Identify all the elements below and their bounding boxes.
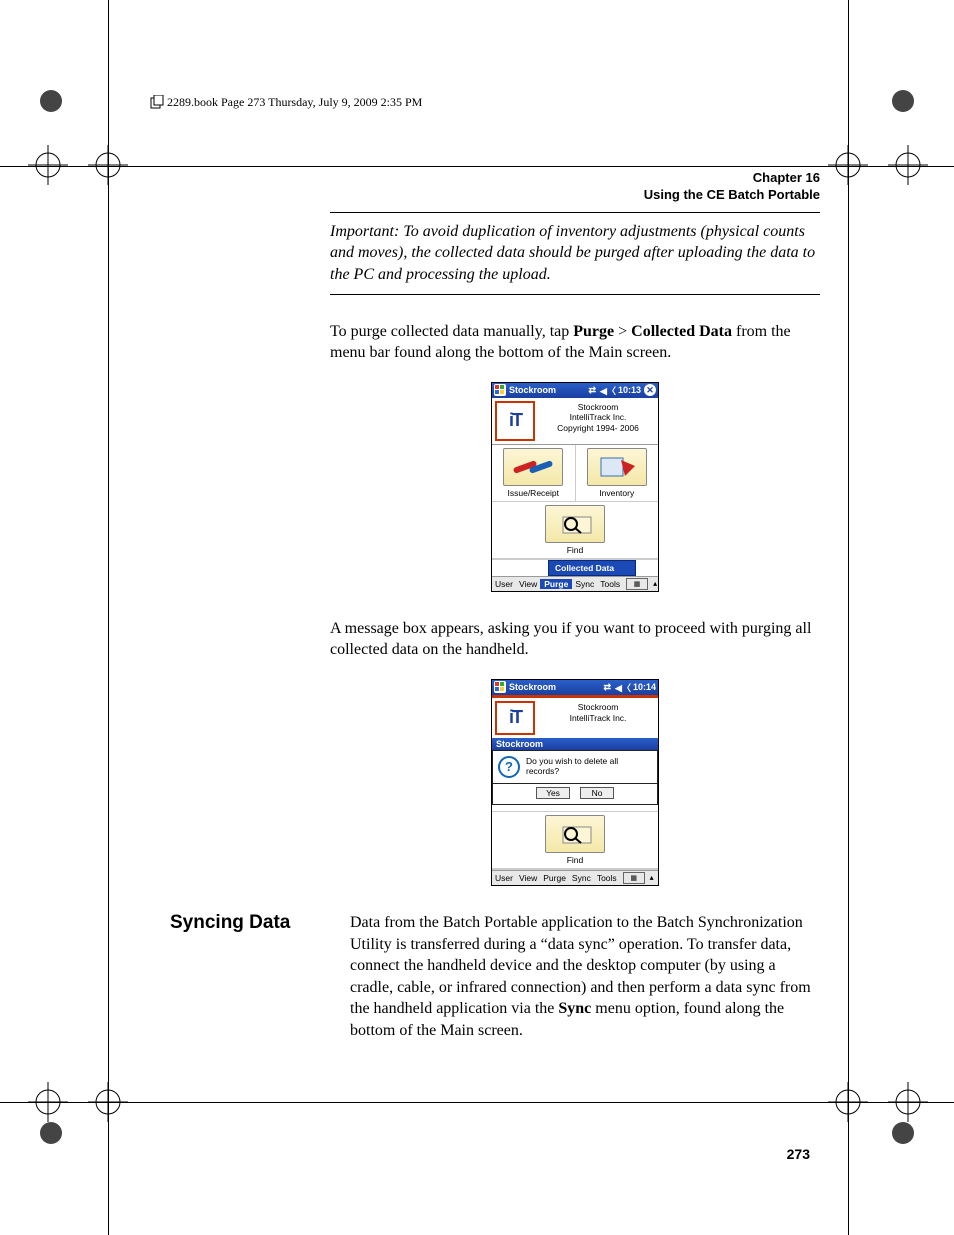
banner-line: Stockroom <box>540 402 656 413</box>
divider <box>330 212 820 213</box>
menu-user[interactable]: User <box>492 579 516 589</box>
text-run: > <box>614 323 631 340</box>
inventory-icon <box>587 448 647 486</box>
speaker-icon: ◀〈 <box>615 681 631 694</box>
find-button[interactable]: Find <box>492 812 658 869</box>
registration-mark <box>888 145 928 185</box>
device-titlebar: Stockroom ⇄ ◀〈 10:13 ✕ <box>492 383 658 398</box>
intellitrack-logo: iT <box>495 401 535 441</box>
text-run: To purge collected data manually, tap <box>330 323 573 340</box>
sync-icon: ⇄ <box>604 682 612 693</box>
menu-sync[interactable]: Sync <box>569 873 594 883</box>
clock-time: 10:13 <box>618 385 641 395</box>
chapter-number: Chapter 16 <box>150 170 820 187</box>
speaker-icon: ◀〈 <box>600 384 616 397</box>
menu-view[interactable]: View <box>516 579 540 589</box>
important-note: Important: To avoid duplication of inven… <box>330 221 820 286</box>
chapter-header: Chapter 16 Using the CE Batch Portable <box>150 170 820 204</box>
menu-sync[interactable]: Sync <box>572 579 597 589</box>
msgbox-paragraph: A message box appears, asking you if you… <box>330 618 820 661</box>
registration-mark <box>88 145 128 185</box>
windows-flag-icon <box>494 384 506 396</box>
figure-confirm-dialog: Stockroom ⇄ ◀〈 10:14 iT Stockroom Intell… <box>310 679 840 886</box>
inventory-button[interactable]: Inventory <box>576 445 659 502</box>
bold-run: Purge <box>573 323 614 340</box>
section-heading-syncing-data: Syncing Data <box>170 912 350 934</box>
bold-run: Collected Data <box>631 323 732 340</box>
bold-run: Sync <box>558 1000 591 1017</box>
find-icon <box>545 505 605 543</box>
icon-label: Find <box>567 855 584 865</box>
question-icon: ? <box>498 756 520 778</box>
page-content: 2289.book Page 273 Thursday, July 9, 200… <box>150 95 840 1042</box>
find-icon <box>545 815 605 853</box>
icon-label: Find <box>567 545 584 555</box>
issue-receipt-icon <box>503 448 563 486</box>
app-banner: iT Stockroom IntelliTrack Inc. <box>492 698 658 738</box>
registration-ball <box>40 1122 62 1144</box>
menu-user[interactable]: User <box>492 873 516 883</box>
figure-purge-menu: Stockroom ⇄ ◀〈 10:13 ✕ iT Stockroom Inte… <box>310 382 840 592</box>
dialog-text: Do you wish to delete all records? <box>526 756 652 776</box>
device-menubar: User View Purge Sync Tools ▦ ▴ <box>492 576 658 591</box>
purge-collected-data-item[interactable]: Collected Data <box>548 560 636 576</box>
device-menubar: User View Purge Sync Tools ▦ ▴ <box>492 870 658 885</box>
device-titlebar: Stockroom ⇄ ◀〈 10:14 <box>492 680 658 695</box>
sync-icon: ⇄ <box>589 385 597 396</box>
issue-receipt-button[interactable]: Issue/Receipt <box>492 445 576 502</box>
intellitrack-logo: iT <box>495 701 535 735</box>
chapter-title: Using the CE Batch Portable <box>150 187 820 204</box>
banner-line: Copyright 1994- 2006 <box>540 423 656 434</box>
app-banner: iT Stockroom IntelliTrack Inc. Copyright… <box>492 398 658 445</box>
crop-line <box>848 0 849 1235</box>
registration-ball <box>40 90 62 112</box>
app-title: Stockroom <box>509 682 556 692</box>
clock-time: 10:14 <box>633 682 656 692</box>
framemaker-header-text: 2289.book Page 273 Thursday, July 9, 200… <box>167 95 422 109</box>
crop-line <box>0 1102 954 1103</box>
framemaker-header: 2289.book Page 273 Thursday, July 9, 200… <box>150 95 840 110</box>
menu-tools[interactable]: Tools <box>597 579 623 589</box>
registration-mark <box>88 1082 128 1122</box>
registration-ball <box>892 1122 914 1144</box>
sip-arrow-icon[interactable]: ▴ <box>647 873 657 882</box>
registration-mark <box>28 1082 68 1122</box>
dialog-titlebar: Stockroom <box>492 738 658 750</box>
icon-label: Inventory <box>599 488 634 498</box>
page-number: 273 <box>787 1146 810 1162</box>
no-button[interactable]: No <box>580 787 614 799</box>
handheld-screenshot-1: Stockroom ⇄ ◀〈 10:13 ✕ iT Stockroom Inte… <box>491 382 659 592</box>
registration-mark <box>828 1082 868 1122</box>
yes-button[interactable]: Yes <box>536 787 570 799</box>
purge-paragraph: To purge collected data manually, tap Pu… <box>330 321 820 364</box>
banner-line: Stockroom <box>540 702 656 713</box>
crop-line <box>108 0 109 1235</box>
menu-tools[interactable]: Tools <box>594 873 620 883</box>
windows-flag-icon <box>494 681 506 693</box>
registration-mark <box>28 145 68 185</box>
keyboard-icon[interactable]: ▦ <box>623 872 645 884</box>
syncing-paragraph: Data from the Batch Portable application… <box>350 912 820 1042</box>
handheld-screenshot-2: Stockroom ⇄ ◀〈 10:14 iT Stockroom Intell… <box>491 679 659 886</box>
divider <box>330 294 820 295</box>
icon-label: Issue/Receipt <box>508 488 560 498</box>
keyboard-icon[interactable]: ▦ <box>626 578 648 590</box>
banner-line: IntelliTrack Inc. <box>540 713 656 724</box>
close-icon[interactable]: ✕ <box>644 384 656 396</box>
app-title: Stockroom <box>509 385 556 395</box>
confirm-dialog: Stockroom ? Do you wish to delete all re… <box>492 738 658 805</box>
menu-purge[interactable]: Purge <box>540 873 569 883</box>
registration-mark <box>888 1082 928 1122</box>
menu-view[interactable]: View <box>516 873 540 883</box>
menu-purge[interactable]: Purge <box>540 579 572 589</box>
sip-arrow-icon[interactable]: ▴ <box>650 579 660 588</box>
registration-ball <box>892 90 914 112</box>
find-button[interactable]: Find <box>492 502 658 559</box>
banner-line: IntelliTrack Inc. <box>540 412 656 423</box>
